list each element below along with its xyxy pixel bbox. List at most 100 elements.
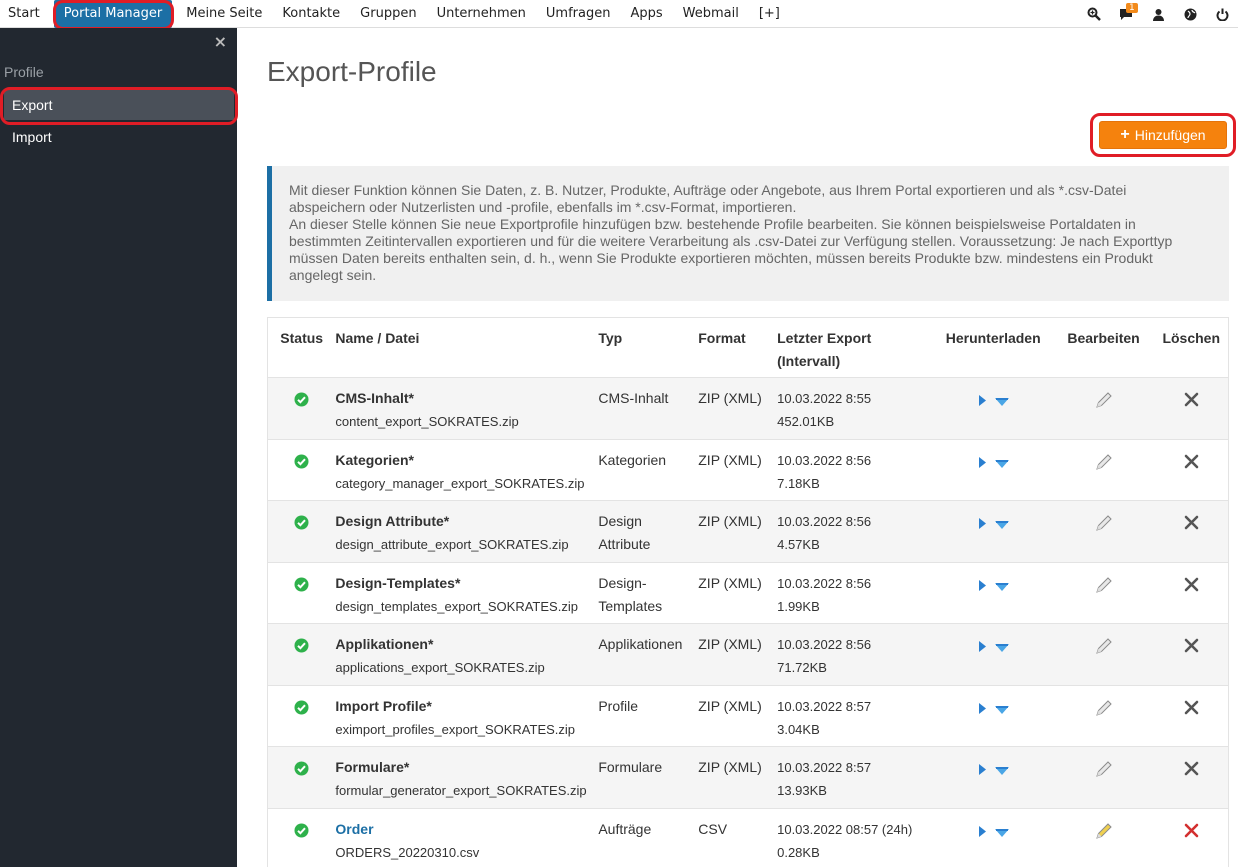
x-icon[interactable] <box>1184 572 1199 599</box>
play-icon[interactable] <box>978 391 987 414</box>
file-name: content_export_SOKRATES.zip <box>335 414 519 429</box>
sidebar-heading: Profile <box>4 64 44 80</box>
play-icon[interactable] <box>978 699 987 722</box>
play-icon[interactable] <box>978 514 987 537</box>
globe-icon[interactable] <box>1174 0 1206 28</box>
export-date: 10.03.2022 8:56 <box>777 637 872 652</box>
status-cell <box>268 808 336 867</box>
type-cell: Aufträge <box>598 808 698 867</box>
nav-item-kontakte[interactable]: Kontakte <box>272 0 350 28</box>
delete-cell <box>1155 439 1229 501</box>
nav-item-umfragen[interactable]: Umfragen <box>536 0 621 28</box>
play-icon[interactable] <box>978 637 987 660</box>
nav-item-start[interactable]: Start <box>0 0 50 28</box>
sidebar-item-export[interactable]: Export <box>4 90 234 120</box>
nav-item-webmail[interactable]: Webmail <box>673 0 749 28</box>
pencil-icon[interactable] <box>1094 818 1113 848</box>
x-icon[interactable] <box>1184 756 1199 783</box>
check-circle-icon <box>294 449 309 476</box>
nav-item-portal-manager[interactable]: Portal Manager <box>53 0 173 28</box>
power-icon[interactable] <box>1206 0 1238 28</box>
status-cell <box>268 624 336 686</box>
info-line: Mit dieser Funktion können Sie Daten, z.… <box>289 182 1127 198</box>
file-name: eximport_profiles_export_SOKRATES.zip <box>335 721 576 737</box>
export-size: 452.01KB <box>777 414 835 429</box>
type-label-2: Templates <box>598 597 663 614</box>
user-icon[interactable] <box>1142 0 1174 28</box>
download-icon[interactable] <box>994 453 1009 476</box>
download-icon[interactable] <box>994 637 1009 660</box>
chat-icon[interactable]: 1 <box>1110 0 1142 28</box>
pencil-icon[interactable] <box>1094 510 1113 540</box>
pencil-icon[interactable] <box>1094 449 1113 479</box>
pencil-icon[interactable] <box>1094 695 1113 725</box>
pencil-icon[interactable] <box>1094 756 1113 786</box>
format-cell: ZIP (XML) <box>698 574 762 591</box>
table-row: CMS-Inhalt* content_export_SOKRATES.zip CM… <box>267 377 1229 440</box>
edit-cell <box>1053 685 1155 747</box>
x-icon[interactable] <box>1184 818 1199 845</box>
nav-item-apps[interactable]: Apps <box>620 0 672 28</box>
sidebar: × Profile Export Import <box>0 28 237 867</box>
info-line: An dieser Stelle können Sie neue Exportp… <box>289 216 1136 232</box>
x-icon[interactable] <box>1184 633 1199 660</box>
pencil-icon[interactable] <box>1094 633 1113 663</box>
delete-cell <box>1155 685 1229 747</box>
type-cell: Profile <box>598 685 698 747</box>
download-cell <box>934 562 1053 624</box>
download-icon[interactable] <box>994 391 1009 414</box>
export-date: 10.03.2022 8:56 <box>777 575 872 591</box>
play-icon[interactable] <box>978 760 987 783</box>
check-circle-icon <box>294 633 309 660</box>
table-row: Design Attribute* design_attribute_export… <box>267 500 1229 563</box>
x-icon[interactable] <box>1184 387 1199 414</box>
export-cell: 10.03.2022 8:57 13.93KB <box>777 747 934 809</box>
delete-cell <box>1155 624 1229 686</box>
status-cell <box>268 501 336 563</box>
play-icon[interactable] <box>978 576 987 599</box>
page-title: Export-Profile <box>267 56 437 87</box>
download-icon[interactable] <box>994 576 1009 599</box>
add-button[interactable]: + Hinzufügen <box>1099 121 1227 149</box>
play-icon[interactable] <box>978 822 987 845</box>
nav-item-more[interactable]: [+] <box>749 0 790 28</box>
x-icon[interactable] <box>1184 510 1199 537</box>
table-row: Import Profile* eximport_profiles_export_… <box>267 685 1229 747</box>
download-icon[interactable] <box>994 822 1009 845</box>
status-cell <box>268 378 336 440</box>
file-name: category_manager_export_SOKRATES.zip <box>335 475 585 491</box>
search-icon[interactable] <box>1078 0 1110 28</box>
export-date: 10.03.2022 8:56 <box>777 514 872 529</box>
export-size: 1.99KB <box>777 598 820 614</box>
download-icon[interactable] <box>994 699 1009 722</box>
play-icon[interactable] <box>978 453 987 476</box>
format-cell: ZIP (XML) <box>698 759 762 775</box>
nav-item-meine-seite[interactable]: Meine Seite <box>176 0 272 28</box>
close-icon[interactable]: × <box>214 32 227 51</box>
x-icon[interactable] <box>1184 449 1199 476</box>
profile-name: Applikationen* <box>335 636 434 652</box>
profile-name: Design-Templates* <box>335 574 461 591</box>
export-date: 10.03.2022 8:57 <box>777 760 872 775</box>
info-line: abspeichern oder Nutzerlisten und -profi… <box>289 199 797 215</box>
pencil-icon[interactable] <box>1094 387 1113 417</box>
type-cell: Formulare <box>598 747 698 809</box>
download-icon[interactable] <box>994 514 1009 537</box>
export-cell: 10.03.2022 08:57 (24h) 0.28KB <box>777 808 934 867</box>
download-icon[interactable] <box>994 760 1009 783</box>
x-icon[interactable] <box>1184 695 1199 722</box>
status-cell <box>268 439 336 501</box>
nav-item-gruppen[interactable]: Gruppen <box>350 0 426 28</box>
table-row: Applikationen* applications_export_SOKRAT… <box>267 623 1229 686</box>
col-download: Herunterladen <box>945 330 1041 346</box>
download-cell <box>934 747 1053 809</box>
nav-item-unternehmen[interactable]: Unternehmen <box>427 0 536 28</box>
sidebar-item-import[interactable]: Import <box>4 122 234 152</box>
profile-name[interactable]: Order <box>335 818 598 841</box>
delete-cell <box>1155 747 1229 809</box>
pencil-icon[interactable] <box>1094 572 1113 602</box>
profile-name: Design Attribute* <box>335 513 450 529</box>
top-icons: 1 <box>1078 0 1238 28</box>
export-cell: 10.03.2022 8:56 4.57KB <box>777 501 934 563</box>
plus-icon: + <box>1120 126 1130 143</box>
